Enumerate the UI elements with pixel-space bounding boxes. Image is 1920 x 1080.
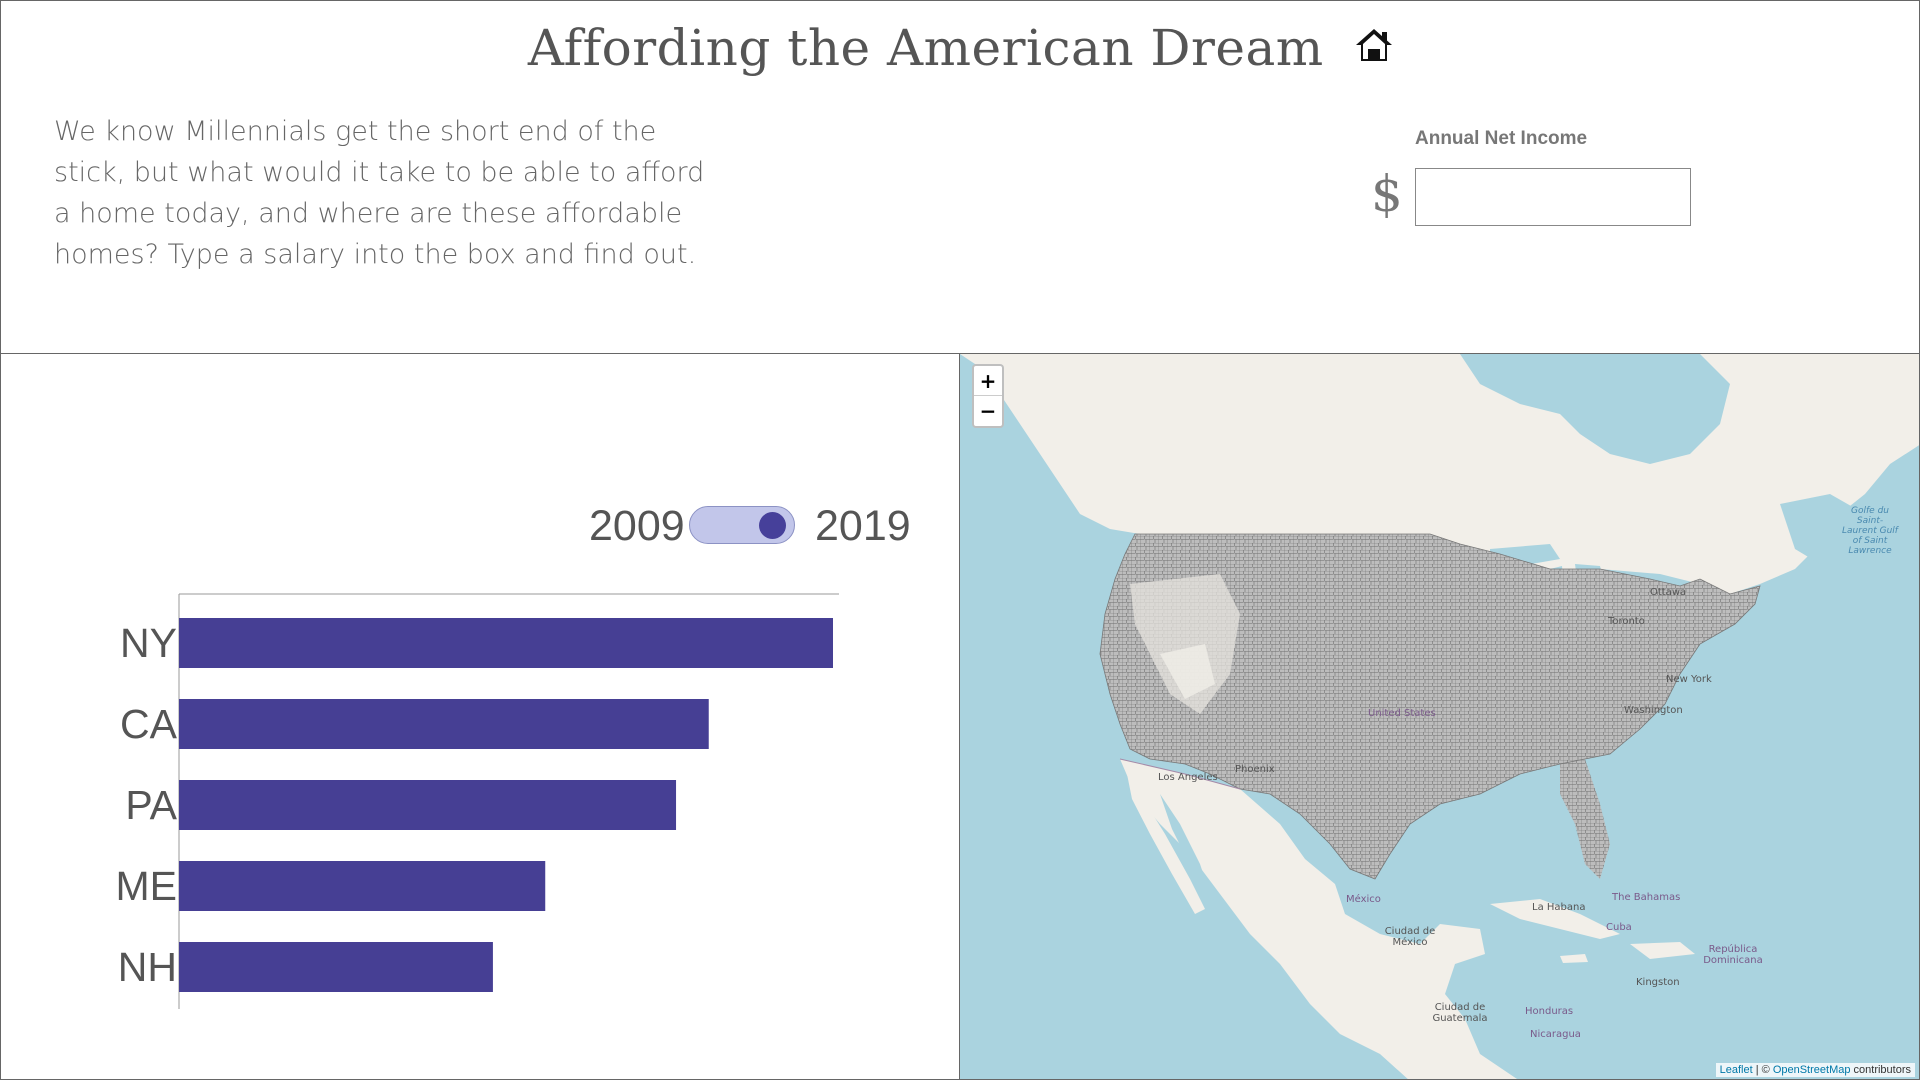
map-label-cuba: Cuba	[1606, 922, 1632, 933]
zoom-out-button[interactable]: −	[974, 396, 1002, 426]
category-label-ca: CA	[120, 701, 178, 747]
map-label-honduras: Honduras	[1525, 1006, 1574, 1017]
income-label: Annual Net Income	[1415, 128, 1588, 149]
bar-nh[interactable]	[179, 942, 493, 992]
map-canvas[interactable]	[960, 354, 1920, 1080]
home-icon	[1354, 17, 1394, 75]
map-label-ottawa: Ottawa	[1650, 587, 1687, 598]
category-label-nh: NH	[118, 944, 177, 990]
map-label-phoenix: Phoenix	[1235, 764, 1275, 775]
zoom-in-button[interactable]: +	[974, 366, 1002, 396]
map-label-gulf-st-lawrence: Golfe du Saint-Laurent Gulf of Saint Law…	[1842, 506, 1898, 556]
bar-pa[interactable]	[179, 780, 677, 830]
florida	[1560, 759, 1610, 879]
bar-me[interactable]	[179, 861, 546, 911]
jamaica-island	[1560, 954, 1588, 963]
category-label-me: ME	[116, 863, 178, 909]
map-label-kingston: Kingston	[1636, 977, 1680, 988]
category-label-ny: NY	[120, 620, 177, 666]
dollar-sign: $	[1371, 165, 1403, 223]
bar-chart: NY CA PA ME NH	[116, 593, 839, 1009]
attribution-tail: contributors	[1850, 1064, 1911, 1076]
map-label-nicaragua: Nicaragua	[1530, 1029, 1581, 1040]
chart-panel: 2009 2019 NY CA PA ME NH	[0, 353, 960, 1080]
income-input[interactable]	[1415, 168, 1691, 226]
bar-ny[interactable]	[179, 618, 833, 668]
page-title: Affording the American Dream	[527, 19, 1324, 77]
zoom-control: + −	[972, 364, 1004, 428]
map-label-la-habana: La Habana	[1532, 902, 1586, 913]
map-label-los-angeles: Los Angeles	[1158, 772, 1218, 783]
header-panel: Affording the American Dream We know Mil…	[0, 0, 1920, 354]
page-title-row: Affording the American Dream	[1, 19, 1920, 81]
map-label-washington: Washington	[1624, 705, 1683, 716]
map-label-republica-dominicana: República Dominicana	[1703, 944, 1763, 966]
leaflet-link[interactable]: Leaflet	[1720, 1064, 1753, 1076]
hispaniola-island	[1630, 942, 1695, 959]
map-attribution: Leaflet | © OpenStreetMap contributors	[1715, 1063, 1915, 1077]
category-label-pa: PA	[125, 782, 177, 828]
osm-link[interactable]: OpenStreetMap	[1773, 1064, 1851, 1076]
map-label-new-york: New York	[1666, 674, 1712, 685]
map-panel[interactable]: Ottawa Toronto New York Washington Unite…	[959, 353, 1920, 1080]
map-label-bahamas: The Bahamas	[1612, 892, 1681, 903]
bar-ca[interactable]	[179, 699, 709, 749]
map-label-toronto: Toronto	[1608, 616, 1645, 627]
map-label-mexico: México	[1346, 894, 1381, 905]
attribution-separator: | ©	[1752, 1064, 1773, 1076]
map-label-united-states: United States	[1368, 708, 1436, 719]
map-label-guatemala: Ciudad de Guatemala	[1432, 1002, 1488, 1024]
intro-text: We know Millennials get the short end of…	[54, 116, 705, 270]
map-label-ciudad-mexico: Ciudad de México	[1384, 926, 1436, 948]
